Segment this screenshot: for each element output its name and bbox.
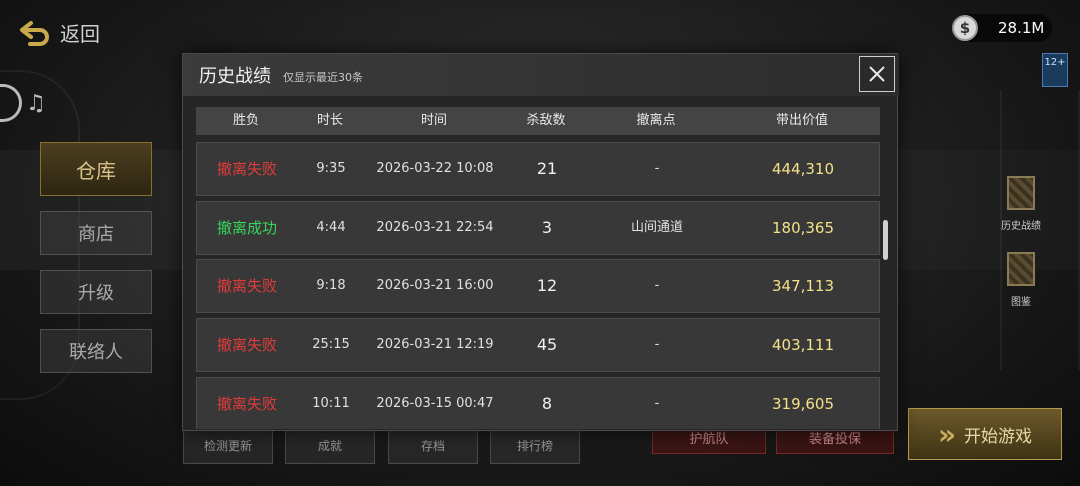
achievements-button[interactable]: 成就 [285, 426, 375, 464]
duration-cell: 25:15 [312, 337, 350, 352]
start-game-button[interactable]: » 开始游戏 [908, 408, 1062, 460]
col-duration: 时长 [316, 113, 343, 128]
time-cell: 2026-03-21 12:19 [376, 337, 494, 352]
table-row[interactable]: 撤离失败 10:11 2026-03-15 00:47 8 - 319,605 [196, 377, 880, 429]
kills-cell: 8 [541, 394, 553, 413]
duration-cell: 9:35 [316, 161, 346, 176]
value-cell: 180,365 [771, 219, 835, 237]
kills-cell: 3 [541, 218, 553, 237]
music-icon[interactable]: ♫ [0, 84, 46, 122]
result-cell: 撤离失败 [216, 160, 277, 178]
result-cell: 撤离失败 [216, 395, 277, 413]
history-record-button[interactable]: 历史战绩 [991, 176, 1051, 233]
codex-button[interactable]: 图鉴 [991, 252, 1051, 309]
book-icon [1007, 252, 1035, 286]
back-button[interactable]: 返回 [18, 18, 100, 47]
time-cell: 2026-03-22 10:08 [376, 161, 494, 176]
modal-subtitle: 仅显示最近30条 [283, 70, 363, 84]
col-value: 带出价值 [775, 113, 828, 128]
result-cell: 撤离失败 [216, 336, 277, 354]
save-button[interactable]: 存档 [388, 426, 478, 464]
back-arrow-icon [20, 20, 49, 46]
time-cell: 2026-03-15 00:47 [376, 396, 494, 411]
kills-cell: 21 [536, 159, 558, 178]
menu-contacts-button[interactable]: 联络人 [40, 329, 152, 373]
dollar-coin-icon: $ [952, 15, 978, 41]
exit-point-cell: - [654, 278, 660, 293]
history-list[interactable]: 撤离失败 9:35 2026-03-22 10:08 21 - 444,310 … [196, 142, 880, 429]
result-cell: 撤离成功 [216, 219, 277, 237]
age-rating-badge: 12+ [1042, 53, 1068, 87]
scrollbar[interactable] [883, 220, 888, 260]
exit-point-cell: - [654, 337, 660, 352]
duration-cell: 10:11 [312, 396, 350, 411]
col-kills: 杀敌数 [526, 113, 566, 128]
close-button[interactable] [859, 56, 895, 92]
value-cell: 403,111 [771, 336, 835, 354]
table-row[interactable]: 撤离成功 4:44 2026-03-21 22:54 3 山间通道 180,36… [196, 201, 880, 255]
codex-label: 图鉴 [1011, 297, 1031, 308]
table-row[interactable]: 撤离失败 9:35 2026-03-22 10:08 21 - 444,310 [196, 142, 880, 196]
col-exit-point: 撤离点 [636, 113, 676, 128]
history-record-label: 历史战绩 [1001, 221, 1041, 232]
left-menu: 仓库 商店 升级 联络人 [40, 142, 152, 388]
time-cell: 2026-03-21 16:00 [376, 278, 494, 293]
currency-display: $ 28.1M [952, 14, 1052, 42]
value-cell: 347,113 [771, 277, 835, 295]
scroll-icon [1007, 176, 1035, 210]
value-cell: 444,310 [771, 160, 835, 178]
menu-shop-button[interactable]: 商店 [40, 211, 152, 255]
menu-upgrade-button[interactable]: 升级 [40, 270, 152, 314]
chevron-right-icon: » [937, 417, 957, 451]
duration-cell: 9:18 [316, 278, 346, 293]
history-modal: 历史战绩 仅显示最近30条 胜负 时长 时间 杀敌数 撤离点 带出价值 撤离失败… [182, 53, 899, 431]
modal-title: 历史战绩 [199, 66, 271, 87]
result-cell: 撤离失败 [216, 277, 277, 295]
check-update-button[interactable]: 检测更新 [183, 426, 273, 464]
exit-point-cell: - [654, 161, 660, 176]
modal-header: 历史战绩 仅显示最近30条 [183, 54, 899, 96]
table-row[interactable]: 撤离失败 25:15 2026-03-21 12:19 45 - 403,111 [196, 318, 880, 372]
start-game-label: 开始游戏 [964, 426, 1033, 447]
kills-cell: 45 [536, 335, 558, 354]
menu-warehouse-button[interactable]: 仓库 [40, 142, 152, 196]
value-cell: 319,605 [771, 395, 835, 413]
exit-point-cell: - [654, 396, 660, 411]
leaderboard-button[interactable]: 排行榜 [490, 426, 580, 464]
col-time: 时间 [420, 113, 447, 128]
duration-cell: 4:44 [316, 220, 346, 235]
exit-point-cell: 山间通道 [630, 220, 683, 235]
table-header: 胜负 时长 时间 杀敌数 撤离点 带出价值 [196, 107, 880, 135]
col-result: 胜负 [232, 113, 259, 128]
back-label: 返回 [60, 22, 100, 46]
currency-amount: 28.1M [998, 19, 1045, 37]
time-cell: 2026-03-21 22:54 [376, 220, 494, 235]
close-icon [869, 66, 885, 82]
kills-cell: 12 [536, 276, 558, 295]
table-row[interactable]: 撤离失败 9:18 2026-03-21 16:00 12 - 347,113 [196, 259, 880, 313]
